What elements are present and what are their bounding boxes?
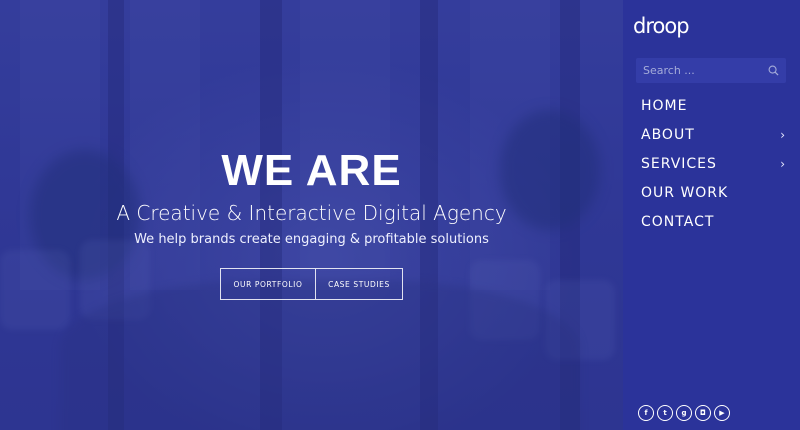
hero-title: WE ARE xyxy=(221,146,402,195)
logo[interactable]: droop xyxy=(633,14,690,38)
search-box xyxy=(636,58,786,83)
nav-item-label: ABOUT xyxy=(641,126,695,143)
social-links: f t g ◘ ▶ xyxy=(638,405,730,421)
chevron-right-icon[interactable]: › xyxy=(780,157,786,171)
hero-section: WE ARE A Creative & Interactive Digital … xyxy=(0,0,623,430)
twitter-icon[interactable]: t xyxy=(657,405,673,421)
hero-subtitle: A Creative & Interactive Digital Agency xyxy=(116,201,507,225)
chevron-right-icon[interactable]: › xyxy=(780,128,786,142)
nav-item-about[interactable]: ABOUT › xyxy=(641,120,791,149)
nav-item-our-work[interactable]: OUR WORK xyxy=(641,178,791,207)
instagram-icon[interactable]: ◘ xyxy=(695,405,711,421)
nav-item-label: SERVICES xyxy=(641,155,717,172)
nav-item-home[interactable]: HOME xyxy=(641,91,791,120)
google-plus-icon[interactable]: g xyxy=(676,405,692,421)
hero-tagline: We help brands create engaging & profita… xyxy=(134,232,489,247)
nav-item-services[interactable]: SERVICES › xyxy=(641,149,791,178)
case-studies-button[interactable]: CASE STUDIES xyxy=(316,268,403,300)
hero-button-group: OUR PORTFOLIO CASE STUDIES xyxy=(220,268,403,300)
nav-item-label: OUR WORK xyxy=(641,184,729,201)
our-portfolio-button[interactable]: OUR PORTFOLIO xyxy=(220,268,316,300)
youtube-icon[interactable]: ▶ xyxy=(714,405,730,421)
nav-item-contact[interactable]: CONTACT xyxy=(641,207,791,236)
nav-item-label: CONTACT xyxy=(641,213,715,230)
nav-item-label: HOME xyxy=(641,97,688,114)
search-icon[interactable] xyxy=(768,65,779,76)
facebook-icon[interactable]: f xyxy=(638,405,654,421)
search-input[interactable] xyxy=(643,64,763,77)
main-nav: HOME ABOUT › SERVICES › OUR WORK CONTACT xyxy=(641,91,791,236)
